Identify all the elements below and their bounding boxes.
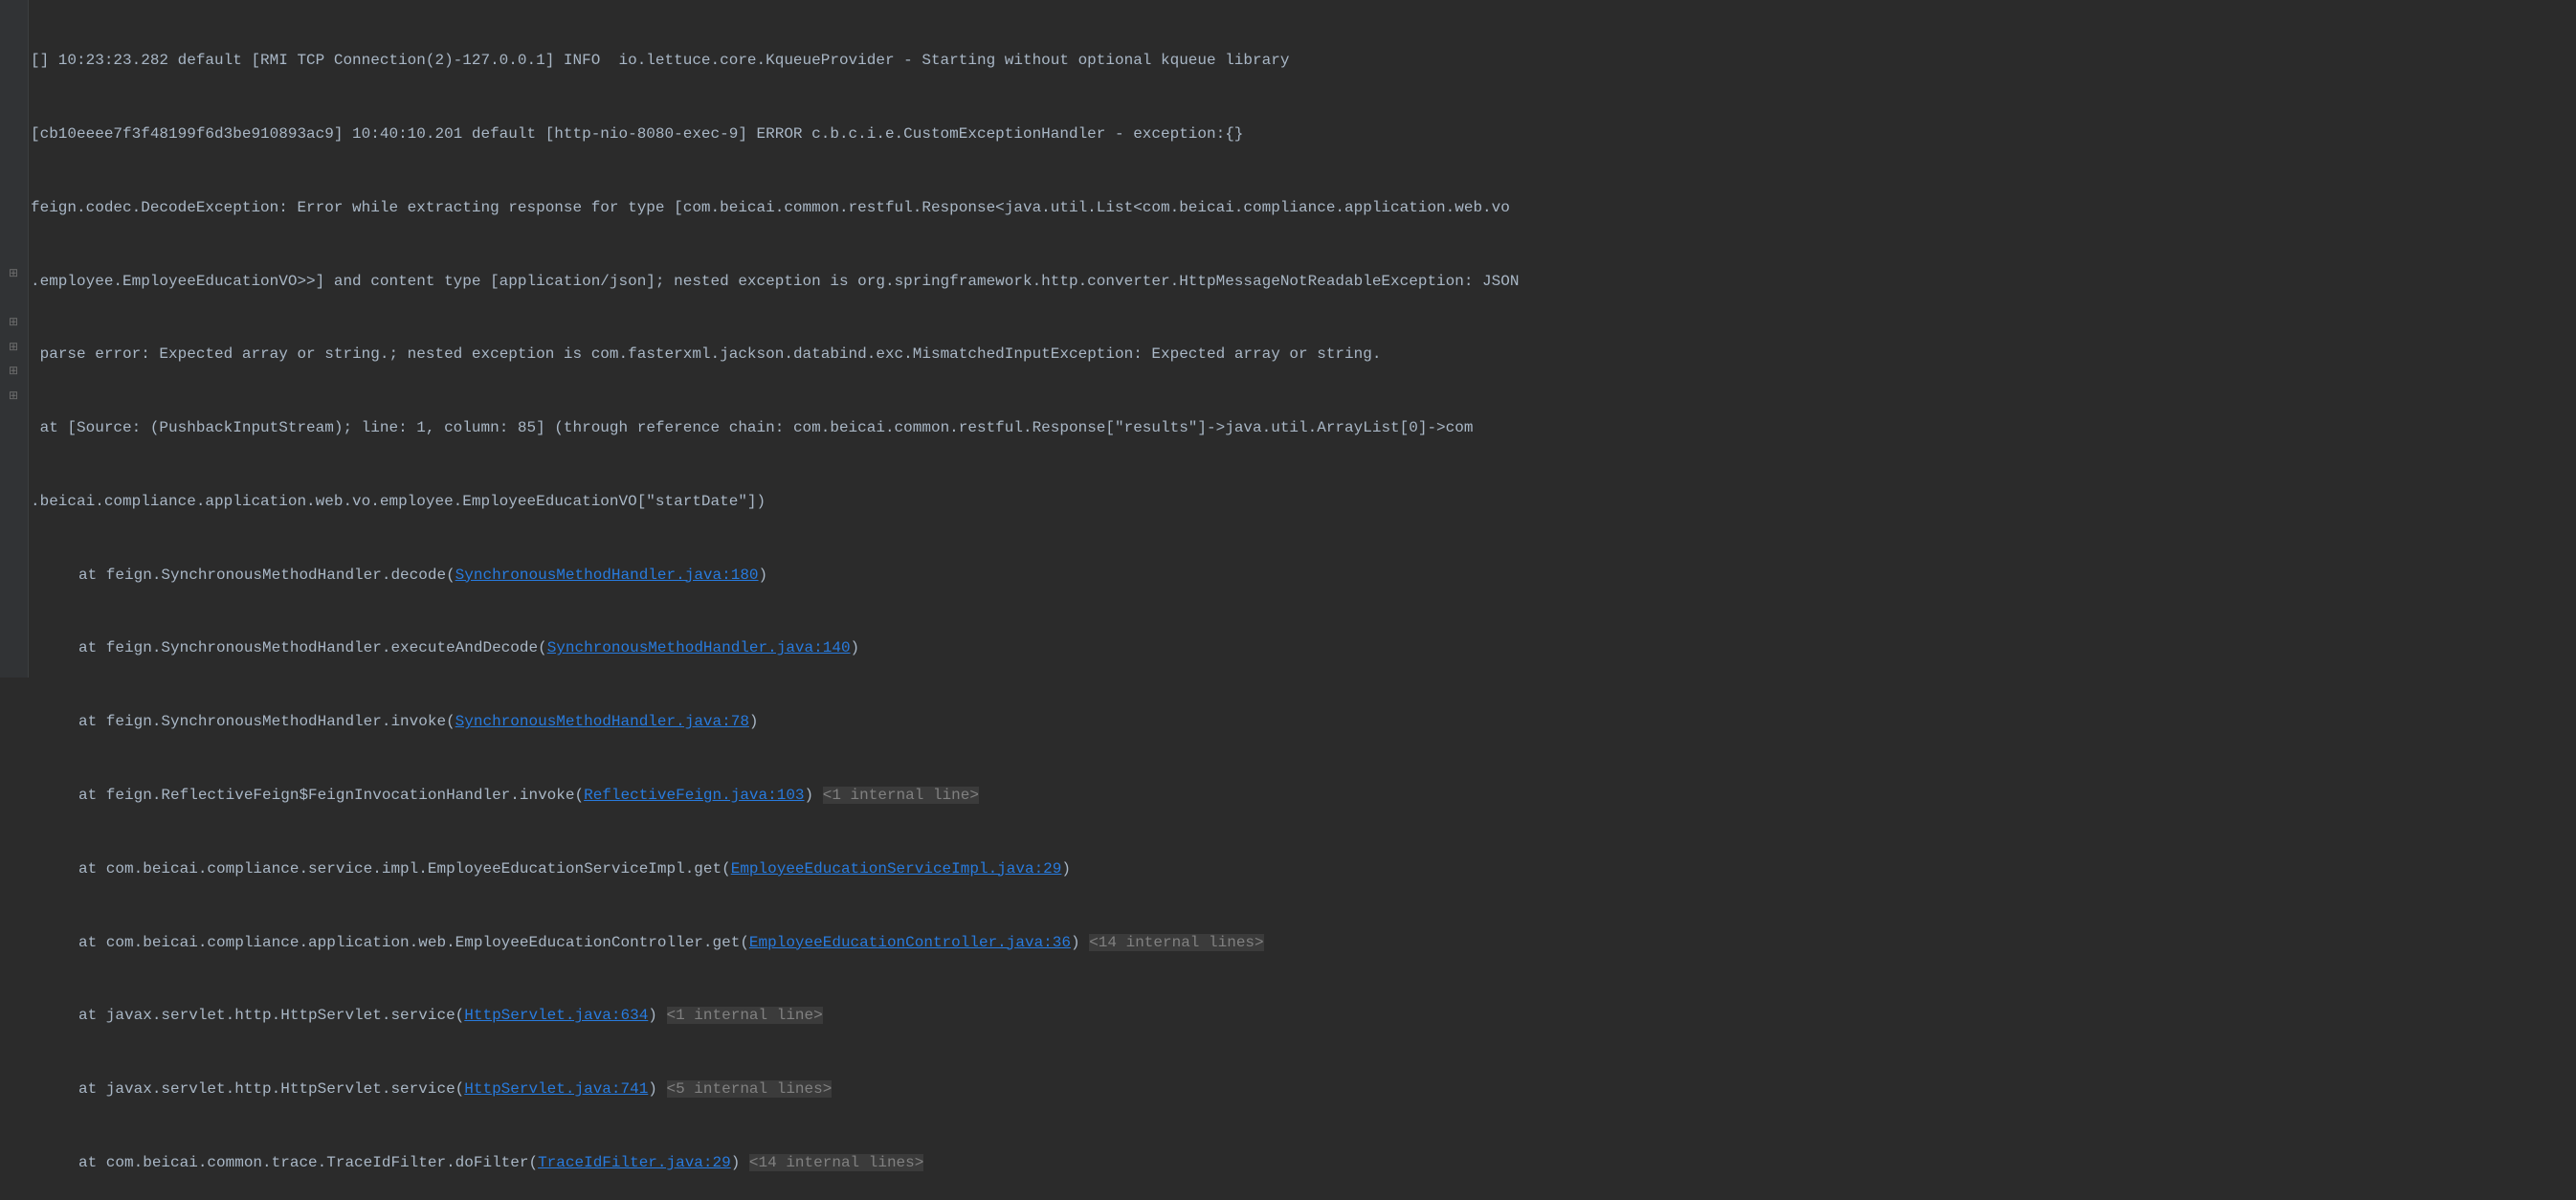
- internal-lines-badge[interactable]: <1 internal line>: [823, 787, 979, 804]
- expand-icon[interactable]: ⊞: [8, 342, 19, 353]
- source-link[interactable]: EmployeeEducationServiceImpl.java:29: [731, 860, 1062, 878]
- expand-icon[interactable]: ⊞: [8, 317, 19, 328]
- stack-trace-line: at com.beicai.common.trace.TraceIdFilter…: [31, 1151, 2576, 1176]
- source-link[interactable]: SynchronousMethodHandler.java:180: [455, 567, 759, 584]
- log-line: parse error: Expected array or string.; …: [31, 343, 2576, 367]
- editor-gutter: ⊞ ⊞ ⊞ ⊞ ⊞: [0, 0, 29, 678]
- console-log-output: [] 10:23:23.282 default [RMI TCP Connect…: [0, 0, 2576, 1200]
- source-link[interactable]: HttpServlet.java:741: [464, 1080, 648, 1098]
- stack-trace-line: at javax.servlet.http.HttpServlet.servic…: [31, 1078, 2576, 1102]
- expand-icon[interactable]: ⊞: [8, 366, 19, 377]
- stack-trace-line: at javax.servlet.http.HttpServlet.servic…: [31, 1004, 2576, 1029]
- source-link[interactable]: TraceIdFilter.java:29: [538, 1154, 731, 1171]
- stack-trace-line: at feign.ReflectiveFeign$FeignInvocation…: [31, 784, 2576, 809]
- log-line: [cb10eeee7f3f48199f6d3be910893ac9] 10:40…: [31, 122, 2576, 147]
- log-line: .employee.EmployeeEducationVO>>] and con…: [31, 270, 2576, 295]
- source-link[interactable]: SynchronousMethodHandler.java:78: [455, 713, 749, 730]
- log-line: .beicai.compliance.application.web.vo.em…: [31, 490, 2576, 515]
- source-link[interactable]: ReflectiveFeign.java:103: [584, 787, 804, 804]
- stack-trace-line: at com.beicai.compliance.application.web…: [31, 931, 2576, 956]
- expand-icon[interactable]: ⊞: [8, 268, 19, 279]
- log-line: [] 10:23:23.282 default [RMI TCP Connect…: [31, 49, 2576, 74]
- internal-lines-badge[interactable]: <14 internal lines>: [1089, 934, 1263, 951]
- internal-lines-badge[interactable]: <1 internal line>: [667, 1007, 823, 1024]
- log-line: feign.codec.DecodeException: Error while…: [31, 196, 2576, 221]
- stack-trace-line: at com.beicai.compliance.service.impl.Em…: [31, 857, 2576, 882]
- log-line: at [Source: (PushbackInputStream); line:…: [31, 416, 2576, 441]
- internal-lines-badge[interactable]: <14 internal lines>: [749, 1154, 923, 1171]
- source-link[interactable]: HttpServlet.java:634: [464, 1007, 648, 1024]
- source-link[interactable]: EmployeeEducationController.java:36: [749, 934, 1071, 951]
- stack-trace-line: at feign.SynchronousMethodHandler.decode…: [31, 564, 2576, 589]
- internal-lines-badge[interactable]: <5 internal lines>: [667, 1080, 833, 1098]
- source-link[interactable]: SynchronousMethodHandler.java:140: [547, 639, 851, 656]
- stack-trace-line: at feign.SynchronousMethodHandler.invoke…: [31, 710, 2576, 735]
- expand-icon[interactable]: ⊞: [8, 390, 19, 402]
- stack-trace-line: at feign.SynchronousMethodHandler.execut…: [31, 636, 2576, 661]
